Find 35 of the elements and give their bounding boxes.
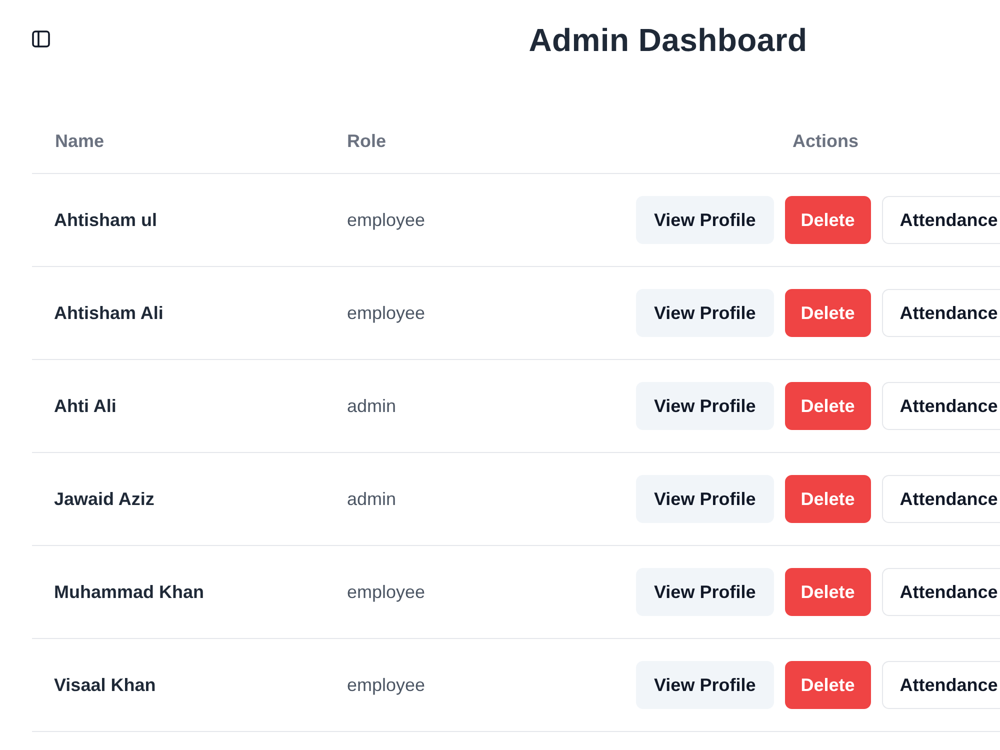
actions-column-header: Actions xyxy=(792,131,858,152)
delete-button[interactable]: Delete xyxy=(784,661,871,709)
user-name: Ahtisham ul xyxy=(54,210,158,230)
delete-button[interactable]: Delete xyxy=(784,289,871,337)
page-title: Admin Dashboard xyxy=(528,21,808,60)
attendance-button[interactable]: Attendance xyxy=(882,382,1000,430)
attendance-button[interactable]: Attendance xyxy=(882,289,1000,337)
view-profile-button[interactable]: View Profile xyxy=(636,568,774,616)
sidebar-toggle-icon[interactable] xyxy=(32,30,50,48)
user-role: employee xyxy=(347,674,426,696)
delete-button[interactable]: Delete xyxy=(784,568,871,616)
attendance-button[interactable]: Attendance xyxy=(882,196,1000,244)
user-role: admin xyxy=(347,488,396,510)
role-column-header: Role xyxy=(347,131,386,152)
user-name: Visaal Khan xyxy=(54,674,156,696)
user-name: Muhammad Khan xyxy=(54,582,204,602)
delete-button[interactable]: Delete xyxy=(784,196,871,244)
user-name: Jawaid Aziz xyxy=(54,488,154,510)
delete-button[interactable]: Delete xyxy=(784,475,871,523)
view-profile-button[interactable]: View Profile xyxy=(636,475,774,523)
view-profile-button[interactable]: View Profile xyxy=(636,289,774,337)
user-name: Ahti Ali xyxy=(54,396,116,416)
user-role: employee xyxy=(347,210,426,230)
view-profile-button[interactable]: View Profile xyxy=(636,382,774,430)
user-role: employee xyxy=(347,582,426,602)
user-role: admin xyxy=(347,396,396,416)
view-profile-button[interactable]: View Profile xyxy=(636,196,774,244)
view-profile-button[interactable]: View Profile xyxy=(636,661,774,709)
attendance-button[interactable]: Attendance xyxy=(882,475,1000,523)
name-column-header: Name xyxy=(55,131,104,152)
delete-button[interactable]: Delete xyxy=(784,382,871,430)
attendance-button[interactable]: Attendance xyxy=(882,661,1000,709)
user-role: employee xyxy=(347,302,426,324)
attendance-button[interactable]: Attendance xyxy=(882,568,1000,616)
user-name: Ahtisham Ali xyxy=(54,302,164,324)
